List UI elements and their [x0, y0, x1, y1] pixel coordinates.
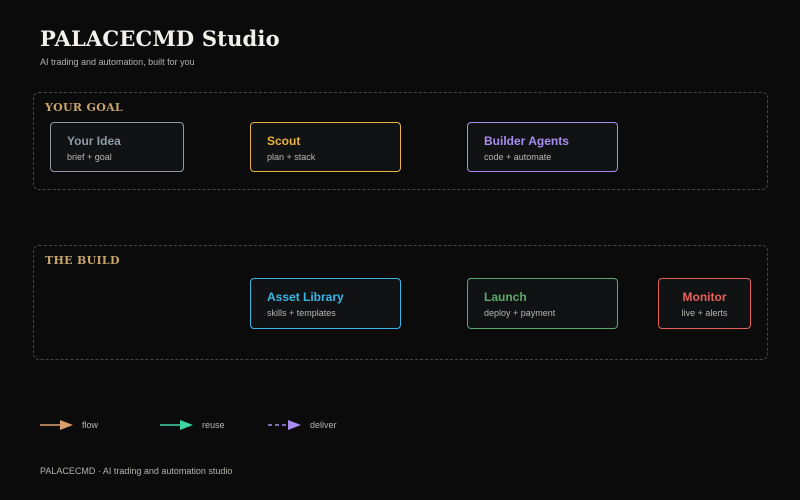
node-builder-agents[interactable]: Builder Agents code + automate	[467, 122, 618, 172]
node-subtitle: plan + stack	[267, 152, 316, 162]
node-title: Launch	[484, 290, 527, 304]
page-subtitle: AI trading and automation, built for you	[40, 57, 195, 67]
node-title: Your Idea	[67, 134, 121, 148]
node-title: Builder Agents	[484, 134, 569, 148]
footer-text: PALACECMD · AI trading and automation st…	[40, 466, 233, 476]
node-subtitle: code + automate	[484, 152, 552, 162]
node-title: Asset Library	[267, 290, 344, 304]
node-subtitle: brief + goal	[67, 152, 112, 162]
node-monitor[interactable]: Monitor live + alerts	[658, 278, 751, 329]
node-asset-library[interactable]: Asset Library skills + templates	[250, 278, 401, 329]
legend-label: reuse	[202, 420, 225, 430]
node-launch[interactable]: Launch deploy + payment	[467, 278, 618, 329]
node-subtitle: deploy + payment	[484, 308, 556, 318]
node-your-idea[interactable]: Your Idea brief + goal	[50, 122, 184, 172]
node-subtitle: skills + templates	[267, 308, 336, 318]
node-title: Monitor	[682, 290, 727, 304]
deliver-arrow-icon	[268, 420, 301, 430]
reuse-arrow-icon	[160, 420, 193, 430]
node-subtitle: live + alerts	[681, 308, 728, 318]
lane-label-your-goal: YOUR GOAL	[45, 101, 123, 114]
flow-arrow-icon	[40, 420, 73, 430]
legend-label: deliver	[310, 420, 337, 430]
node-scout[interactable]: Scout plan + stack	[250, 122, 401, 172]
node-title: Scout	[267, 134, 301, 148]
legend-label: flow	[82, 420, 99, 430]
page-title: PALACECMD Studio	[40, 26, 280, 51]
lane-label-the-build: THE BUILD	[45, 254, 120, 267]
